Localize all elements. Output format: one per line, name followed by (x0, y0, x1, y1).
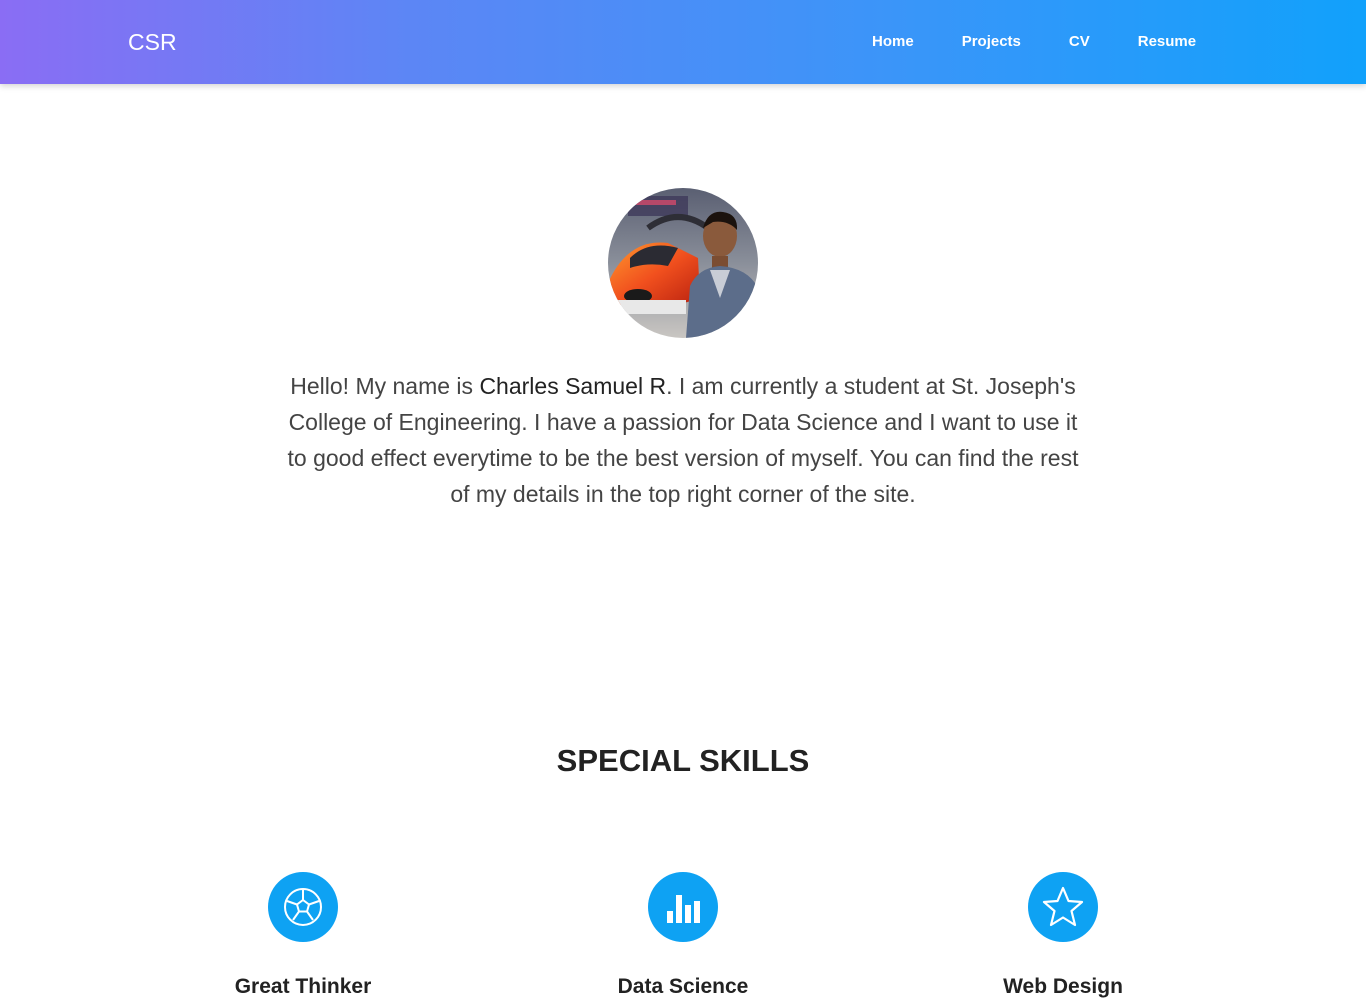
nav-link-cv[interactable]: CV (1069, 32, 1090, 52)
skills-section-title: SPECIAL SKILLS (556, 743, 810, 778)
nav-link-projects[interactable]: Projects (962, 32, 1021, 52)
bar-chart-icon (648, 872, 718, 942)
profile-photo (608, 188, 758, 338)
brand-logo-link[interactable]: CSR (128, 28, 177, 56)
intro-name: Charles Samuel R (479, 373, 667, 399)
intro-text-before: Hello! My name is (290, 373, 480, 399)
skill-card-great-thinker: Great Thinker (173, 872, 433, 1000)
soccer-ball-icon (268, 872, 338, 942)
navbar: CSR Home Projects CV Resume (0, 0, 1366, 84)
skill-card-data-science: Data Science (553, 872, 813, 1000)
skill-label: Great Thinker (234, 975, 372, 998)
intro-paragraph: Hello! My name is Charles Samuel R. I am… (283, 368, 1083, 512)
nav-link-home[interactable]: Home (872, 32, 914, 52)
nav-link-resume[interactable]: Resume (1138, 32, 1196, 52)
nav-links: Home Projects CV Resume (872, 32, 1196, 52)
skill-card-web-design: Web Design (933, 872, 1193, 1000)
skill-label: Data Science (617, 975, 749, 998)
star-icon (1028, 872, 1098, 942)
profile-avatar (608, 188, 758, 338)
skill-label: Web Design (1003, 975, 1123, 998)
